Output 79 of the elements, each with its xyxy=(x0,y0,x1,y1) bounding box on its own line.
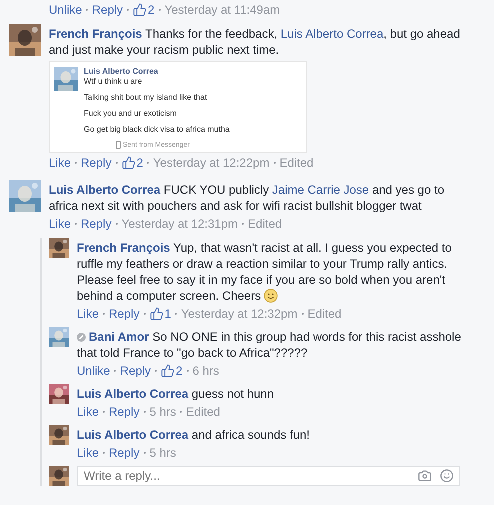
reply-link[interactable]: Reply xyxy=(81,216,112,232)
author-name[interactable]: Bani Amor xyxy=(89,330,150,344)
separator-dot-icon xyxy=(274,162,276,164)
edited-label: Edited xyxy=(280,155,314,171)
like-link[interactable]: Like xyxy=(77,306,100,322)
separator-dot-icon xyxy=(116,223,118,225)
thumbs-up-icon xyxy=(122,156,136,170)
author-name[interactable]: French François xyxy=(49,27,142,41)
thumbs-up-icon xyxy=(150,307,164,321)
separator-dot-icon xyxy=(147,162,150,164)
timestamp: 6 hrs xyxy=(192,363,220,379)
timestamp: Yesterday at 12:32pm xyxy=(181,306,298,322)
like-link[interactable]: Like xyxy=(77,445,100,461)
separator-dot-icon xyxy=(302,313,304,315)
separator-dot-icon xyxy=(242,223,244,225)
comment-text: French François Thanks for the feedback, Luis Alberto Correa, but go ahead and just make your racism public next time. xyxy=(49,26,462,58)
author-name[interactable]: Luis Alberto Correa xyxy=(49,183,161,197)
like-link[interactable]: Like xyxy=(49,216,72,232)
separator-dot-icon xyxy=(103,313,106,315)
like-count[interactable]: 2 xyxy=(133,2,155,18)
message-text: Fuck you and ur exoticism xyxy=(84,109,178,119)
like-count[interactable]: 2 xyxy=(161,363,183,379)
comment-text: French François Yup, that wasn't racist at all. I guess you expected to ruffle my feathers or draw a reaction similar to your Trump rally antics. Please feel free to say it in my face if you are so bold when you aren't behind a computer screen. Cheers xyxy=(77,240,453,304)
timestamp: Yesterday at 12:22pm xyxy=(153,155,270,171)
reply-link[interactable]: Reply xyxy=(81,155,112,171)
separator-dot-icon xyxy=(86,9,88,11)
like-count[interactable]: 1 xyxy=(150,306,172,322)
separator-dot-icon xyxy=(158,9,161,11)
separator-dot-icon xyxy=(155,370,158,372)
thumbs-up-icon xyxy=(133,3,148,17)
author-name[interactable]: Luis Alberto Correa xyxy=(77,428,189,442)
like-link[interactable]: Like xyxy=(77,404,100,420)
like-link[interactable]: Unlike xyxy=(49,2,82,18)
mention-link[interactable]: Jaime Carrie Jose xyxy=(272,183,370,197)
smiley-icon[interactable] xyxy=(440,469,454,483)
separator-dot-icon xyxy=(144,313,146,315)
mention-link[interactable]: Luis Alberto Correa xyxy=(280,27,384,41)
comment-text: Luis Alberto Correa guess not hunn xyxy=(77,386,275,402)
edited-label: Edited xyxy=(308,306,342,322)
edited-label: Edited xyxy=(248,216,282,232)
reply-link[interactable]: Reply xyxy=(109,445,140,461)
timestamp: Yesterday at 11:49am xyxy=(164,2,280,18)
separator-dot-icon xyxy=(75,223,78,225)
separator-dot-icon xyxy=(75,162,78,164)
like-link[interactable]: Unlike xyxy=(77,363,110,379)
edited-label: Edited xyxy=(186,404,220,420)
separator-dot-icon xyxy=(114,370,116,372)
reply-field[interactable]: Write a reply... xyxy=(77,466,460,486)
timestamp: 5 hrs xyxy=(150,404,176,420)
author-name: Luis Alberto Correa xyxy=(84,67,160,77)
separator-dot-icon xyxy=(144,411,146,413)
separator-dot-icon xyxy=(127,9,130,11)
author-name[interactable]: Luis Alberto Correa xyxy=(77,387,189,401)
separator-dot-icon xyxy=(116,162,118,164)
phone-icon xyxy=(116,141,121,149)
reply-link[interactable]: Reply xyxy=(92,2,124,18)
camera-icon[interactable] xyxy=(418,469,432,483)
separator-dot-icon xyxy=(103,411,106,413)
timestamp: Yesterday at 12:31pm xyxy=(122,216,238,232)
thumbs-up-icon xyxy=(161,364,176,378)
message-text: Wtf u think u are xyxy=(84,77,144,87)
author-name[interactable]: French François xyxy=(77,241,170,255)
separator-dot-icon xyxy=(144,452,146,454)
message-text: Go get big black dick visa to africa mutha xyxy=(84,125,230,135)
timestamp: 5 hrs xyxy=(150,445,176,461)
comment-text: Bani Amor So NO ONE in this group had words for this racist asshole that told France to "go back to Africa"????? xyxy=(77,329,462,361)
message-text: Talking shit bout my island like that xyxy=(84,93,208,103)
separator-dot-icon xyxy=(103,452,106,454)
reply-link[interactable]: Reply xyxy=(109,306,140,322)
reply-link[interactable]: Reply xyxy=(109,404,140,420)
reply-link[interactable]: Reply xyxy=(120,363,152,379)
separator-dot-icon xyxy=(180,411,182,413)
separator-dot-icon xyxy=(186,370,189,372)
separator-dot-icon xyxy=(175,313,178,315)
comment-text: Luis Alberto Correa FUCK YOU publicly Jaime Carrie Jose and yes go to africa next sit with pouchers and ask for wifi racist bullshit blogger twat xyxy=(49,182,446,214)
like-count[interactable]: 2 xyxy=(122,155,144,171)
like-link[interactable]: Like xyxy=(49,155,72,171)
smiley-icon xyxy=(264,289,278,303)
comment-text: Luis Alberto Correa and africa sounds fun! xyxy=(77,427,311,443)
